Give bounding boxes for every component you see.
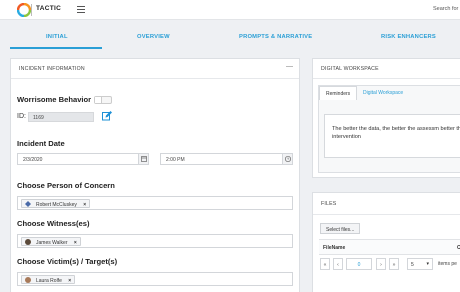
avatar bbox=[25, 239, 31, 245]
victim-tag: Laura Rolfe × bbox=[21, 275, 76, 284]
incident-panel-header: INCIDENT INFORMATION bbox=[11, 59, 299, 79]
chevron-down-icon: ▾ bbox=[426, 261, 429, 267]
files-grid-header: FileName C bbox=[319, 239, 460, 255]
page-size-select[interactable]: 5 ▾ bbox=[407, 258, 433, 270]
tab-reminders[interactable]: Reminders bbox=[319, 86, 358, 100]
victim-label: Choose Victim(s) / Target(s) bbox=[17, 257, 118, 266]
filename-column-header[interactable]: FileName bbox=[323, 245, 345, 251]
workspace-panel-header: DIGITAL WORKSPACE bbox=[313, 59, 460, 79]
incident-panel-title: INCIDENT INFORMATION bbox=[19, 66, 85, 72]
tab-overview[interactable]: OVERVIEW bbox=[137, 34, 170, 40]
edit-icon[interactable] bbox=[102, 111, 112, 121]
prev-page-button[interactable]: ‹ bbox=[333, 258, 343, 270]
tab-prompts-narrative[interactable]: PROMPTS & NARRATIVE bbox=[239, 34, 312, 40]
worrisome-behavior-toggle[interactable] bbox=[94, 96, 112, 104]
select-files-button[interactable]: Select files... bbox=[320, 223, 361, 234]
brand-divider bbox=[31, 4, 32, 16]
witness-tag: James Walker × bbox=[21, 237, 81, 246]
calendar-icon[interactable] bbox=[138, 154, 148, 164]
page-number-input[interactable]: 0 bbox=[346, 258, 372, 270]
victim-name: Laura Rolfe bbox=[36, 278, 62, 284]
person-of-concern-select[interactable]: Robert McCluskey × bbox=[17, 196, 293, 210]
tab-initial[interactable]: INITIAL bbox=[46, 34, 68, 40]
main-tabs: INITIAL OVERVIEW PROMPTS & NARRATIVE RIS… bbox=[0, 28, 460, 50]
menu-icon[interactable] bbox=[77, 6, 85, 13]
time-input[interactable]: 2:00 PM bbox=[160, 153, 293, 165]
first-page-button[interactable]: « bbox=[320, 258, 330, 270]
active-tab-indicator bbox=[10, 47, 102, 49]
witness-label: Choose Witness(es) bbox=[17, 219, 90, 228]
witness-select[interactable]: James Walker × bbox=[17, 234, 293, 248]
next-page-button[interactable]: › bbox=[376, 258, 386, 270]
panel-collapse-icon[interactable]: — bbox=[286, 63, 293, 70]
id-label: ID: bbox=[17, 113, 26, 120]
remove-tag-icon[interactable]: × bbox=[68, 278, 71, 284]
incident-date-label: Incident Date bbox=[17, 139, 65, 148]
id-field: 1169 bbox=[28, 112, 94, 122]
tactic-logo-icon[interactable] bbox=[17, 3, 31, 17]
tab-digital-workspace[interactable]: Digital Workspace bbox=[357, 86, 409, 100]
avatar bbox=[25, 201, 31, 207]
time-value: 2:00 PM bbox=[166, 157, 185, 163]
tab-risk-enhancers[interactable]: RISK ENHANCERS bbox=[381, 34, 436, 40]
files-panel-header: FILES bbox=[313, 193, 460, 215]
remove-tag-icon[interactable]: × bbox=[74, 240, 77, 246]
reminder-box: The better the data, the better the asse… bbox=[324, 114, 460, 158]
victim-select[interactable]: Laura Rolfe × bbox=[17, 272, 293, 286]
workspace-panel-title: DIGITAL WORKSPACE bbox=[321, 66, 379, 72]
top-bar: TACTIC Search for bbox=[0, 0, 460, 20]
person-of-concern-tag: Robert McCluskey × bbox=[21, 199, 91, 208]
files-panel-title: FILES bbox=[321, 201, 337, 207]
worrisome-behavior-label: Worrisome Behavior bbox=[17, 95, 92, 104]
last-page-button[interactable]: » bbox=[389, 258, 399, 270]
brand-name: TACTIC bbox=[36, 5, 62, 12]
person-of-concern-name: Robert McCluskey bbox=[36, 202, 77, 208]
items-per-page-label: items pe bbox=[438, 261, 457, 267]
clock-icon[interactable] bbox=[282, 154, 292, 164]
reminder-text: The better the data, the better the asse… bbox=[332, 126, 460, 140]
search-input[interactable]: Search for bbox=[433, 6, 458, 12]
avatar bbox=[25, 277, 31, 283]
witness-name: James Walker bbox=[36, 240, 68, 246]
page-size-value: 5 bbox=[411, 262, 414, 268]
person-of-concern-label: Choose Person of Concern bbox=[17, 181, 115, 190]
date-input[interactable]: 2/3/2020 bbox=[17, 153, 149, 165]
remove-tag-icon[interactable]: × bbox=[83, 202, 86, 208]
date-value: 2/3/2020 bbox=[23, 157, 43, 163]
